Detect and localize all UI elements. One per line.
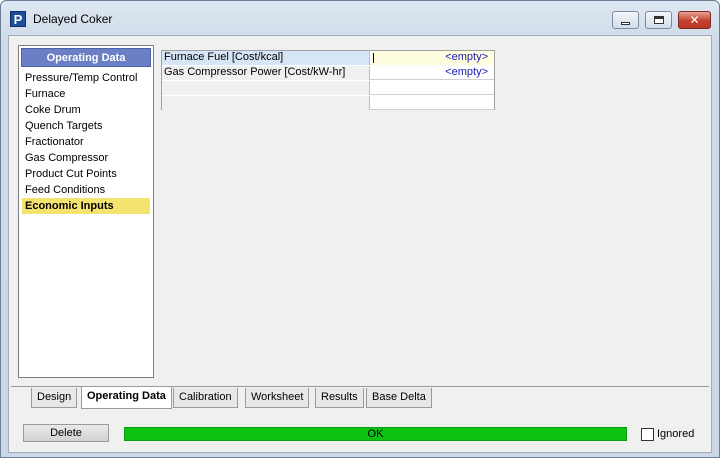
close-icon: ✕ bbox=[689, 13, 700, 27]
grid-value-text: <empty> bbox=[445, 51, 488, 63]
nav-item-product-cut-points[interactable]: Product Cut Points bbox=[22, 166, 150, 182]
grid-row bbox=[162, 96, 494, 110]
ignored-checkbox[interactable]: Ignored bbox=[641, 427, 694, 441]
minimize-icon bbox=[621, 21, 630, 25]
maximize-icon bbox=[653, 16, 664, 24]
client-area: Operating Data Pressure/Temp Control Fur… bbox=[8, 35, 712, 453]
nav-item-feed-conditions[interactable]: Feed Conditions bbox=[22, 182, 150, 198]
grid-row bbox=[162, 81, 494, 95]
status-bar: OK bbox=[124, 427, 627, 441]
maximize-button[interactable] bbox=[645, 11, 672, 29]
window-title: Delayed Coker bbox=[33, 12, 113, 26]
grid-row: Furnace Fuel [Cost/kcal] <empty> bbox=[162, 51, 494, 65]
nav-item-economic-inputs[interactable]: Economic Inputs bbox=[22, 198, 150, 214]
nav-item-quench-targets[interactable]: Quench Targets bbox=[22, 118, 150, 134]
nav-list: Pressure/Temp Control Furnace Coke Drum … bbox=[22, 70, 150, 214]
nav-item-fractionator[interactable]: Fractionator bbox=[22, 134, 150, 150]
tab-operating-data[interactable]: Operating Data bbox=[81, 387, 172, 409]
nav-item-furnace[interactable]: Furnace bbox=[22, 86, 150, 102]
grid-value-text: <empty> bbox=[445, 66, 488, 78]
grid-row-label: Gas Compressor Power [Cost/kW-hr] bbox=[162, 66, 370, 80]
app-window: P Delayed Coker ✕ Operating Data Pressur… bbox=[0, 0, 720, 458]
grid-row-label bbox=[162, 81, 370, 95]
grid-value-cell[interactable]: <empty> bbox=[371, 51, 494, 65]
grid-value-cell[interactable] bbox=[371, 81, 494, 95]
checkbox-box[interactable] bbox=[641, 427, 654, 441]
economic-inputs-grid: Furnace Fuel [Cost/kcal] <empty> Gas Com… bbox=[161, 50, 495, 110]
tab-results[interactable]: Results bbox=[315, 388, 364, 408]
grid-value-cell[interactable]: <empty> bbox=[371, 66, 494, 80]
grid-row-label bbox=[162, 96, 370, 110]
ignored-label: Ignored bbox=[657, 428, 695, 440]
nav-item-gas-compressor[interactable]: Gas Compressor bbox=[22, 150, 150, 166]
operating-data-nav: Operating Data Pressure/Temp Control Fur… bbox=[18, 45, 154, 378]
title-bar[interactable]: P Delayed Coker ✕ bbox=[1, 1, 719, 35]
close-button[interactable]: ✕ bbox=[678, 11, 711, 29]
tab-base-delta[interactable]: Base Delta bbox=[366, 388, 432, 408]
nav-header: Operating Data bbox=[21, 48, 151, 67]
minimize-button[interactable] bbox=[612, 11, 639, 29]
tab-calibration[interactable]: Calibration bbox=[173, 388, 238, 408]
grid-row-label: Furnace Fuel [Cost/kcal] bbox=[162, 51, 370, 65]
process-app-icon[interactable]: P bbox=[10, 11, 26, 27]
grid-value-cell[interactable] bbox=[371, 96, 494, 110]
nav-item-pressure-temp-control[interactable]: Pressure/Temp Control bbox=[22, 70, 150, 86]
nav-item-coke-drum[interactable]: Coke Drum bbox=[22, 102, 150, 118]
tab-design[interactable]: Design bbox=[31, 388, 78, 408]
delete-button[interactable]: Delete bbox=[23, 424, 109, 442]
text-cursor bbox=[373, 53, 374, 63]
tab-worksheet[interactable]: Worksheet bbox=[245, 388, 310, 408]
grid-row: Gas Compressor Power [Cost/kW-hr] <empty… bbox=[162, 66, 494, 80]
